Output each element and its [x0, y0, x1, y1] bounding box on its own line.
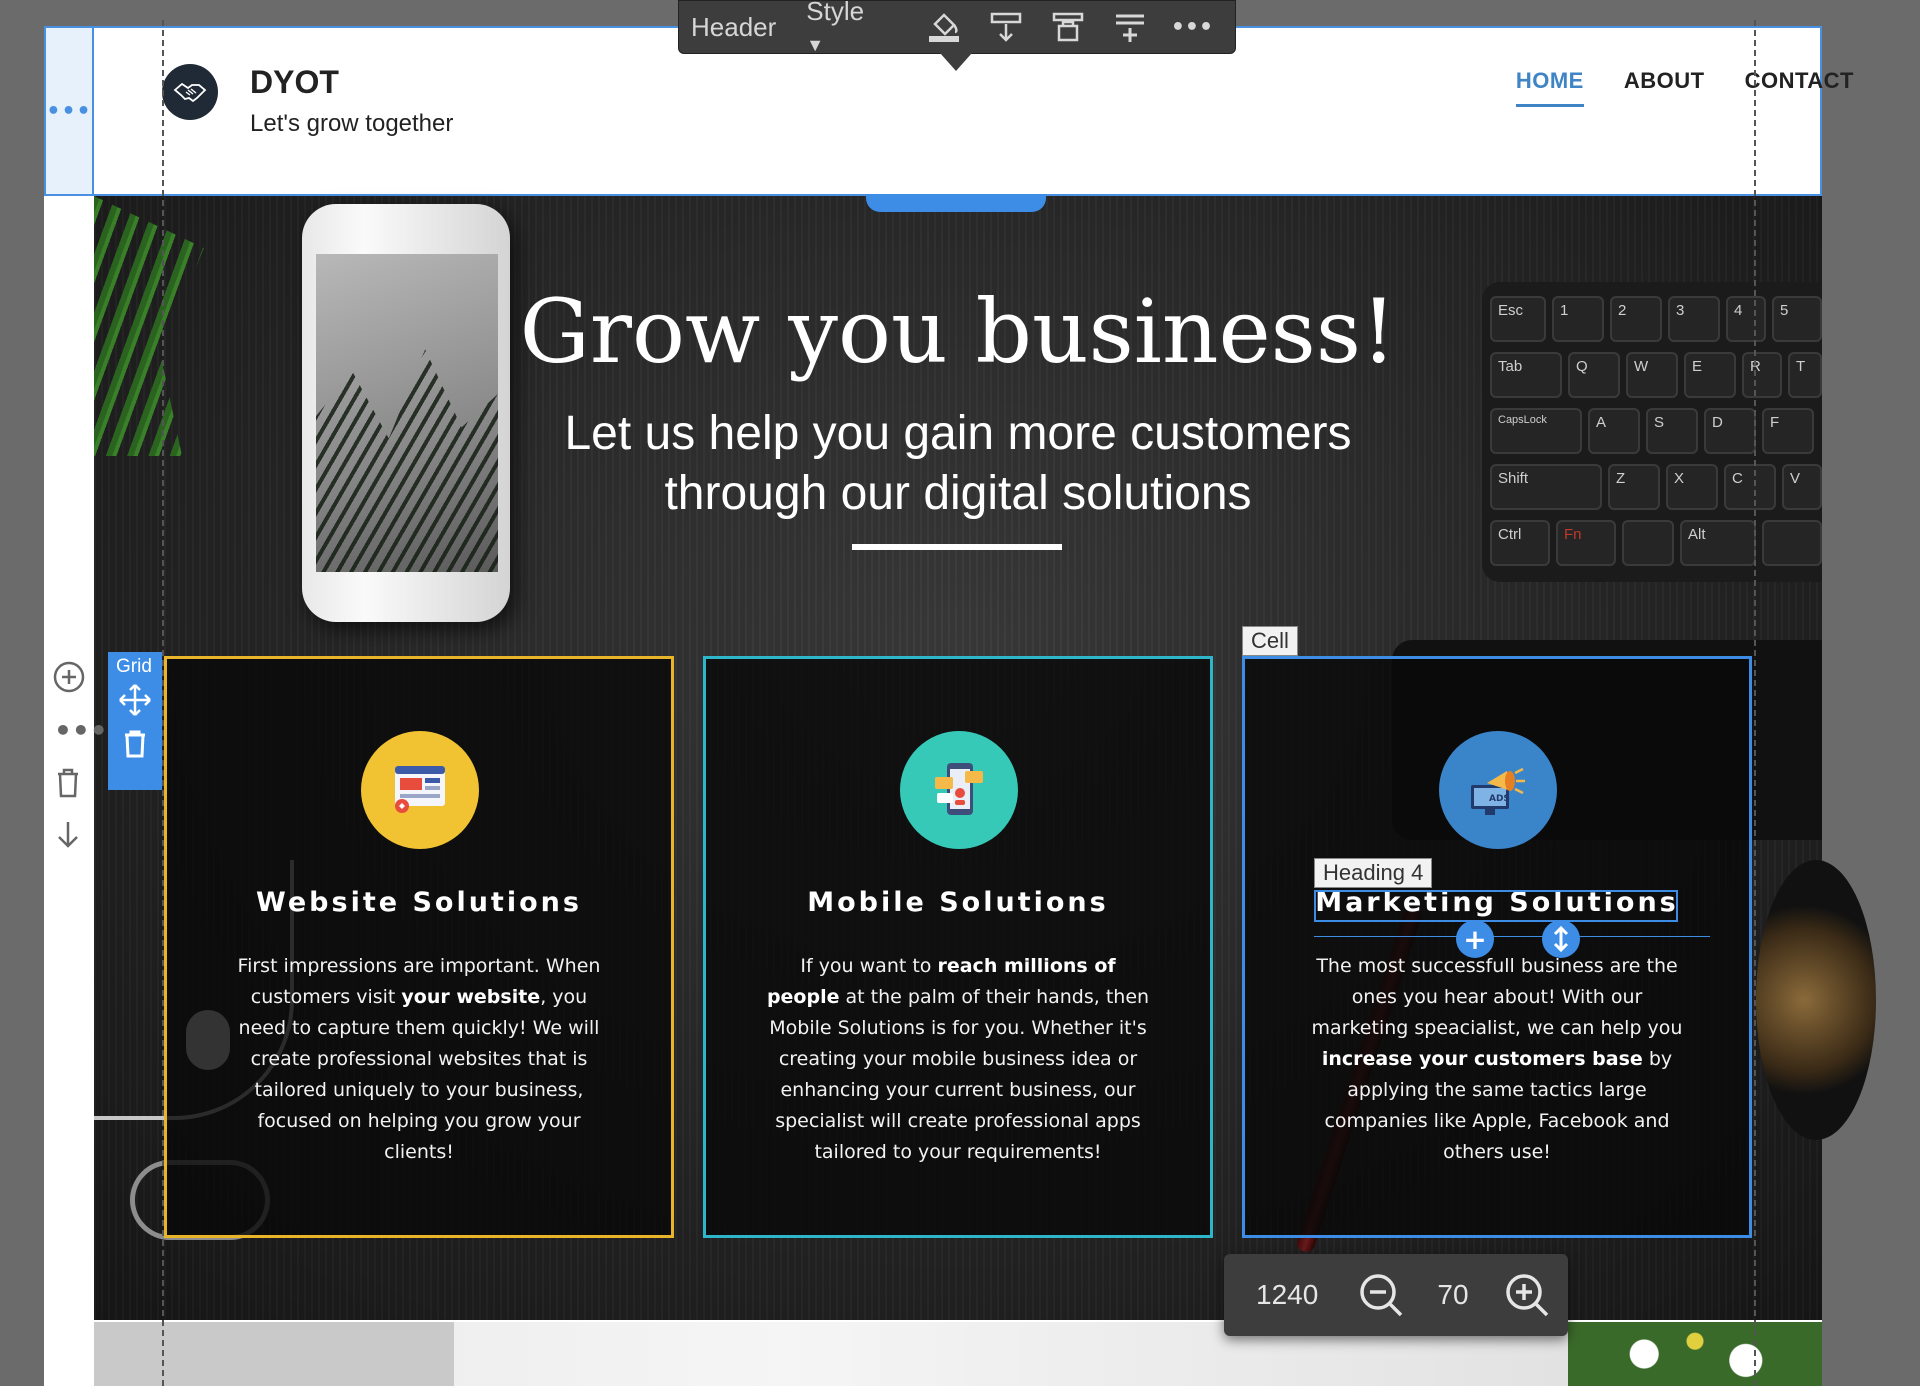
- card-heading[interactable]: Mobile Solutions: [706, 887, 1210, 918]
- service-card-mobile[interactable]: Mobile Solutions If you want to reach mi…: [703, 656, 1213, 1238]
- section-resize-tab[interactable]: [866, 194, 1046, 212]
- key: F: [1762, 408, 1814, 454]
- zoom-control: 1240 70: [1224, 1254, 1568, 1336]
- mobile-icon: [900, 731, 1018, 849]
- delete-section-icon[interactable]: [52, 766, 84, 807]
- key: V: [1782, 464, 1822, 510]
- card-text-part: , you need to capture them quickly! We w…: [238, 986, 600, 1163]
- card-text[interactable]: The most successfull business are the on…: [1305, 951, 1689, 1168]
- paint-bucket-icon[interactable]: [925, 8, 963, 46]
- toolbar-pointer: [940, 53, 972, 71]
- insert-section-icon[interactable]: [1111, 8, 1149, 46]
- style-dropdown[interactable]: Style ▼: [806, 0, 889, 58]
- nav-contact[interactable]: CONTACT: [1745, 68, 1854, 107]
- nav-home[interactable]: HOME: [1515, 68, 1584, 107]
- element-toolbar: Header Style ▼ •••: [678, 0, 1236, 55]
- card-text[interactable]: If you want to reach millions of people …: [766, 951, 1150, 1168]
- heading-baseline-guide: [1314, 936, 1710, 937]
- card-text-emphasis: your website: [401, 986, 541, 1008]
- canvas-width-readout: 1240: [1256, 1279, 1319, 1310]
- brand-name: DYOT: [250, 64, 339, 100]
- resize-vertical-icon[interactable]: [1542, 920, 1580, 958]
- section-more-icon[interactable]: •••: [54, 714, 108, 747]
- card-heading[interactable]: Website Solutions: [167, 887, 671, 918]
- website-icon: [361, 731, 479, 849]
- key: A: [1588, 408, 1640, 454]
- hero-subtitle-line-2: through our digital solutions: [664, 467, 1252, 520]
- nav-about[interactable]: ABOUT: [1624, 68, 1705, 107]
- key: X: [1666, 464, 1718, 510]
- zoom-out-icon[interactable]: [1356, 1270, 1406, 1320]
- ads-icon-text: ADS: [1489, 794, 1510, 804]
- more-icon[interactable]: •••: [1171, 8, 1213, 46]
- laptop-keyboard-decoration: [94, 1322, 454, 1386]
- hero-title: Grow you business!: [519, 280, 1397, 383]
- card-text-emphasis: increase your customers base: [1321, 1048, 1643, 1070]
- card-text-part: at the palm of their hands, then Mobile …: [769, 986, 1150, 1163]
- key: [1622, 520, 1674, 566]
- megaphone-ads-icon: ADS: [1439, 731, 1557, 849]
- trash-icon[interactable]: [108, 722, 162, 766]
- move-down-icon[interactable]: [52, 818, 84, 859]
- card-text-part: If you want to: [800, 955, 938, 977]
- toolbar-element-label: Header: [691, 11, 777, 42]
- add-element-button[interactable]: +: [1456, 920, 1494, 958]
- hero-subtitle: Let us help you gain more customers thro…: [494, 404, 1422, 524]
- content-guide-left: [162, 20, 164, 1386]
- header-drag-handle[interactable]: •••: [46, 28, 94, 194]
- service-card-website[interactable]: Website Solutions First impressions are …: [164, 656, 674, 1238]
- grid-label: Grid: [116, 656, 152, 677]
- lock-icon[interactable]: [1049, 8, 1087, 46]
- grid-control-tab: Grid: [108, 652, 162, 790]
- chevron-down-icon: ▼: [806, 35, 825, 55]
- card-text[interactable]: First impressions are important. When cu…: [227, 951, 611, 1168]
- key: Ctrl: [1490, 520, 1550, 566]
- key: [1762, 520, 1822, 566]
- cell-label: Cell: [1242, 626, 1298, 656]
- heading4-label: Heading 4: [1314, 858, 1433, 888]
- hero-divider: [852, 544, 1062, 550]
- key: D: [1704, 408, 1756, 454]
- key: Shift: [1490, 464, 1602, 510]
- service-card-marketing[interactable]: ADS Marketing Solutions The most success…: [1242, 656, 1752, 1238]
- insert-below-icon[interactable]: [987, 8, 1025, 46]
- content-guide-right: [1754, 20, 1756, 1386]
- flowers-decoration: [1568, 1322, 1822, 1386]
- key: Fn: [1556, 520, 1616, 566]
- main-nav: HOME ABOUT CONTACT: [1515, 68, 1854, 107]
- hero-subtitle-line-1: Let us help you gain more customers: [564, 407, 1352, 460]
- coffee-cup-decoration: [1756, 860, 1876, 1140]
- card-text-part: The most successfull business are the on…: [1311, 955, 1683, 1039]
- style-dropdown-label: Style: [806, 0, 865, 26]
- handshake-icon: [162, 64, 218, 120]
- brand-tagline: Let's grow together: [250, 110, 454, 137]
- key: C: [1724, 464, 1776, 510]
- key: S: [1646, 408, 1698, 454]
- move-icon[interactable]: [108, 678, 162, 722]
- phone-decoration: [302, 204, 510, 622]
- add-section-icon[interactable]: [52, 660, 86, 701]
- key: Z: [1608, 464, 1660, 510]
- zoom-level-readout: 70: [1437, 1279, 1469, 1310]
- key: Alt: [1680, 520, 1756, 566]
- zoom-in-icon[interactable]: [1502, 1270, 1552, 1320]
- key: CapsLock: [1490, 408, 1582, 454]
- heading-selection-box[interactable]: [1314, 890, 1678, 922]
